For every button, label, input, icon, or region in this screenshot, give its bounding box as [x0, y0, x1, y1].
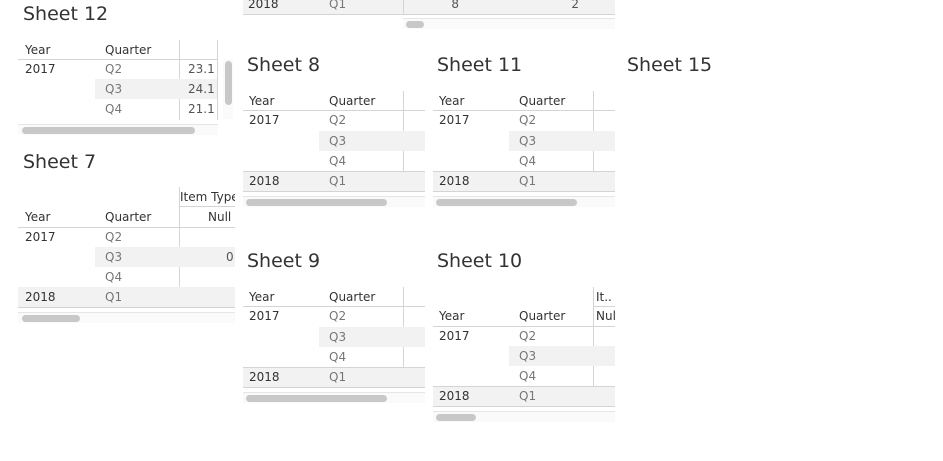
- quarter-q4-cell: Q4: [519, 154, 537, 168]
- quarter-q2-cell: Q2: [329, 113, 347, 127]
- year-header: Year: [25, 43, 51, 57]
- vertical-scrollbar[interactable]: [223, 59, 233, 119]
- item-type-header: Item Type: [180, 190, 235, 204]
- year-2017-cell: 2017: [249, 113, 280, 127]
- horizontal-scrollbar[interactable]: [243, 196, 425, 207]
- year-header: Year: [25, 210, 51, 224]
- null-header: Nul: [596, 309, 615, 323]
- quarter-q1-cell: Q1: [519, 389, 537, 403]
- year-2018-cell: 2018: [249, 174, 280, 188]
- scrollbar-thumb[interactable]: [225, 61, 232, 105]
- horizontal-scrollbar[interactable]: [18, 124, 218, 135]
- year-2017-cell: 2017: [249, 309, 280, 323]
- sheet-9-grid: Year Quarter 2017 Q2 Q3 Q4 2018 Q1: [243, 287, 425, 405]
- quarter-q3-cell: Q3: [105, 82, 123, 96]
- quarter-header: Quarter: [329, 290, 376, 304]
- quarter-q3-cell: Q3: [329, 134, 347, 148]
- quarter-q2-cell: Q2: [519, 329, 537, 343]
- sheet-title: Sheet 7: [23, 151, 97, 173]
- scrollbar-thumb[interactable]: [22, 315, 80, 322]
- scrollbar-thumb[interactable]: [436, 199, 577, 206]
- quarter-header: Quarter: [519, 94, 566, 108]
- scrollbar-thumb[interactable]: [22, 127, 195, 134]
- sheet-10-grid: It.. Year Quarter Nul 2017 Q2 Q3 Q4 2018…: [433, 287, 615, 424]
- horizontal-scrollbar[interactable]: [433, 411, 615, 422]
- year-2018-cell: 2018: [248, 0, 279, 11]
- value-cell: 21.1: [188, 102, 215, 116]
- horizontal-scrollbar[interactable]: [243, 392, 425, 403]
- quarter-q1-cell: Q1: [519, 174, 537, 188]
- year-2017-cell: 2017: [439, 329, 470, 343]
- year-2018-cell: 2018: [249, 370, 280, 384]
- scrollbar-thumb[interactable]: [246, 199, 387, 206]
- sheet-11-grid: Year Quarter 2017 Q2 Q3 Q4 2018 Q1: [433, 91, 615, 209]
- quarter-q2-cell: Q2: [105, 230, 123, 244]
- scrollbar-thumb[interactable]: [246, 395, 387, 402]
- sheet-title: Sheet 10: [437, 250, 523, 272]
- horizontal-scrollbar[interactable]: [403, 18, 615, 29]
- quarter-q1-cell: Q1: [105, 290, 123, 304]
- year-2017-cell: 2017: [25, 62, 56, 76]
- quarter-q3-cell: Q3: [105, 250, 123, 264]
- quarter-header: Quarter: [329, 94, 376, 108]
- item-type-header: It..: [596, 290, 612, 304]
- quarter-q4-cell: Q4: [329, 350, 347, 364]
- sheet-12-grid: Year Quarter 2017 Q2 Q3 Q4 23.1 24.1 21.…: [18, 40, 236, 135]
- year-header: Year: [249, 94, 275, 108]
- horizontal-scrollbar[interactable]: [433, 196, 615, 207]
- sheet-title: Sheet 9: [247, 250, 321, 272]
- horizontal-scrollbar[interactable]: [18, 312, 235, 323]
- quarter-q3-cell: Q3: [519, 349, 537, 363]
- year-2017-cell: 2017: [439, 113, 470, 127]
- sheet-title: Sheet 11: [437, 54, 523, 76]
- quarter-q2-cell: Q2: [105, 62, 123, 76]
- sheet-8-grid: Year Quarter 2017 Q2 Q3 Q4 2018 Q1: [243, 91, 425, 209]
- null-header: Null: [208, 210, 232, 224]
- quarter-q4-cell: Q4: [105, 102, 123, 116]
- sheet-7-grid: Item Type Year Quarter Null 2017 Q2 Q3 0…: [18, 187, 235, 325]
- quarter-header: Quarter: [519, 309, 566, 323]
- sheet-title: Sheet 15: [627, 54, 713, 76]
- year-header: Year: [249, 290, 275, 304]
- year-header: Year: [439, 94, 465, 108]
- quarter-q1-cell: Q1: [329, 0, 347, 11]
- year-2017-cell: 2017: [25, 230, 56, 244]
- value-cell: 0: [226, 250, 234, 264]
- quarter-q4-cell: Q4: [519, 369, 537, 383]
- scrollbar-thumb[interactable]: [436, 414, 476, 421]
- quarter-q2-cell: Q2: [519, 113, 537, 127]
- value-cell: 23.1: [188, 62, 215, 76]
- quarter-header: Quarter: [105, 43, 152, 57]
- year-2018-cell: 2018: [25, 290, 56, 304]
- year-2018-cell: 2018: [439, 174, 470, 188]
- sheet-title: Sheet 12: [23, 3, 109, 25]
- quarter-q4-cell: Q4: [105, 270, 123, 284]
- year-header: Year: [439, 309, 465, 323]
- value-cell: 24.1: [188, 82, 215, 96]
- quarter-q3-cell: Q3: [329, 330, 347, 344]
- year-2018-cell: 2018: [439, 389, 470, 403]
- sheet-title: Sheet 8: [247, 54, 321, 76]
- value-cell: 8: [451, 0, 459, 11]
- quarter-q1-cell: Q1: [329, 370, 347, 384]
- quarter-q3-cell: Q3: [519, 134, 537, 148]
- quarter-q4-cell: Q4: [329, 154, 347, 168]
- quarter-header: Quarter: [105, 210, 152, 224]
- top-partial-grid: 2018 Q1 8 2: [243, 0, 615, 30]
- scrollbar-thumb[interactable]: [406, 21, 424, 28]
- quarter-q1-cell: Q1: [329, 174, 347, 188]
- value-cell: 2: [571, 0, 579, 11]
- quarter-q2-cell: Q2: [329, 309, 347, 323]
